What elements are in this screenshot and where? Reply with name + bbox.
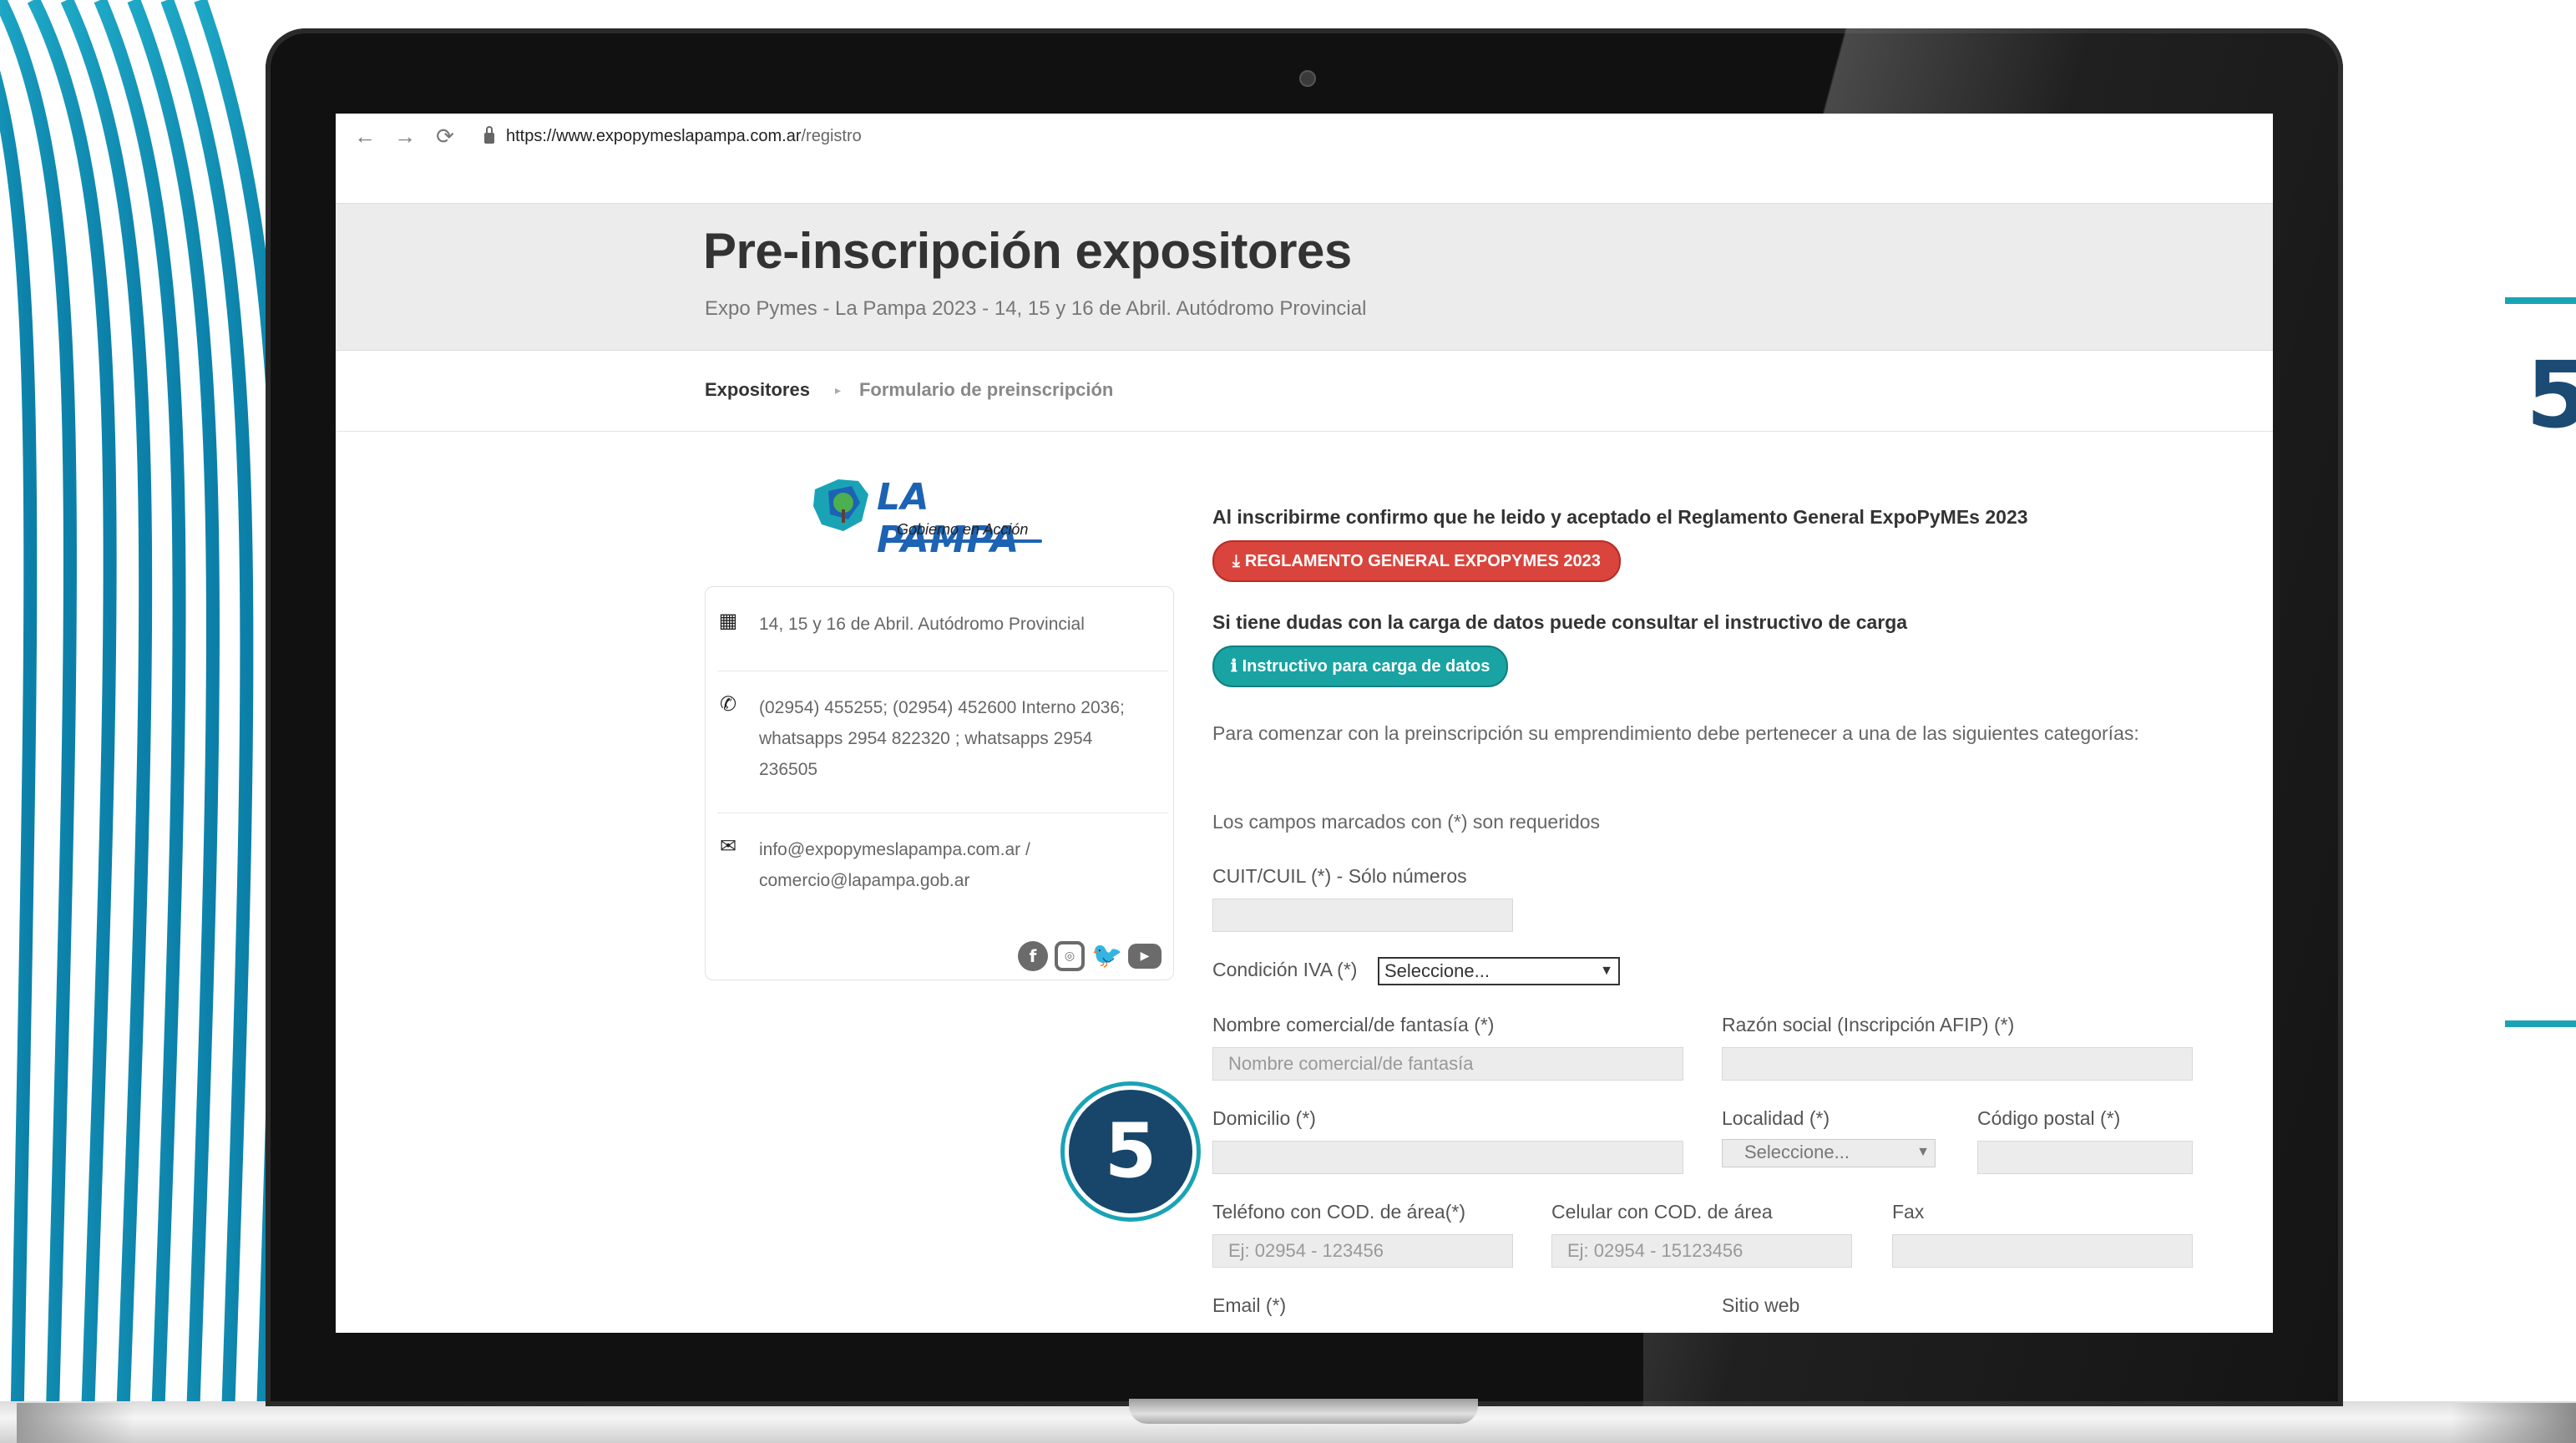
intro-text: Para comenzar con la preinscripción su e…: [1212, 722, 2139, 744]
iva-selected-value: Seleccione...: [1384, 960, 1490, 981]
cp-label: Código postal (*): [1977, 1107, 2121, 1129]
download-icon: ⤓: [1232, 552, 1240, 570]
web-label: Sitio web: [1722, 1294, 1800, 1316]
nombre-label: Nombre comercial/de fantasía (*): [1212, 1014, 1495, 1035]
instructivo-button[interactable]: ℹ Instructivo para carga de datos: [1212, 646, 1509, 687]
side-step-number: 5: [2526, 349, 2576, 441]
razon-input[interactable]: [1722, 1047, 2193, 1081]
localidad-select[interactable]: Seleccione... ▼: [1722, 1139, 1936, 1167]
fax-input[interactable]: [1892, 1234, 2193, 1268]
base-shadow-left: [17, 1403, 134, 1443]
phone-text: (02954) 455255; (02954) 452600 Interno 2…: [759, 698, 1125, 779]
breadcrumb-formulario: Formulario de preinscripción: [858, 379, 1114, 400]
domicilio-label: Domicilio (*): [1212, 1107, 1316, 1129]
lock-icon: [484, 126, 494, 144]
cp-input[interactable]: [1977, 1141, 2193, 1174]
stripes-graphic: [0, 0, 267, 1443]
decorative-line-bottom: [2505, 1020, 2576, 1027]
fax-label: Fax: [1892, 1201, 1925, 1223]
page-subtitle: Expo Pymes - La Pampa 2023 - 14, 15 y 16…: [705, 297, 1367, 320]
breadcrumb: Expositores ▸ Formulario de preinscripci…: [705, 379, 1113, 401]
nombre-input[interactable]: Nombre comercial/de fantasía: [1212, 1047, 1683, 1081]
url-path: /registro: [801, 127, 862, 145]
event-date-text: 14, 15 y 16 de Abril. Autódromo Provinci…: [759, 615, 1085, 634]
iva-label: Condición IVA (*): [1212, 959, 1358, 980]
info-icon: ℹ: [1231, 657, 1237, 676]
phone-icon: ✆: [719, 693, 737, 716]
url-field[interactable]: https://www.expopymeslapampa.com.ar/regi…: [506, 127, 862, 146]
decorative-stripes: [0, 0, 267, 1443]
url-host: https://www.expopymeslapampa.com.ar: [506, 127, 802, 145]
la-pampa-logo: LA PAMPA Gobierno en Acción: [810, 473, 1069, 561]
email-text: info@expopymeslapampa.com.ar / comercio@…: [759, 840, 1030, 890]
page-title: Pre-inscripción expositores: [703, 223, 1352, 279]
localidad-label: Localidad (*): [1722, 1107, 1830, 1129]
youtube-icon[interactable]: ▶: [1128, 944, 1161, 969]
chevron-down-icon: ▼: [1916, 1145, 1930, 1159]
logo-tagline: Gobierno en Acción: [897, 521, 1029, 538]
domicilio-input[interactable]: [1212, 1141, 1683, 1174]
reglamento-button-label: REGLAMENTO GENERAL EXPOPYMES 2023: [1244, 552, 1601, 570]
email-label: Email (*): [1212, 1294, 1287, 1316]
localidad-selected-value: Seleccione...: [1744, 1142, 1850, 1162]
camera-icon: [1299, 70, 1316, 87]
logo-name: LA PAMPA: [877, 476, 1020, 561]
breadcrumb-expositores[interactable]: Expositores: [705, 379, 810, 401]
logo-map-icon: [813, 479, 868, 531]
decorative-line-top: [2505, 297, 2576, 304]
razon-label: Razón social (Inscripción AFIP) (*): [1722, 1014, 2015, 1035]
instagram-icon[interactable]: ◎: [1055, 941, 1085, 971]
envelope-icon: ✉: [719, 835, 737, 858]
iva-select[interactable]: Seleccione... ▼: [1378, 957, 1620, 985]
logo-swoosh: [892, 539, 1042, 543]
reglamento-notice: Al inscribirme confirmo que he leido y a…: [1212, 506, 2028, 528]
celular-input[interactable]: Ej: 02954 - 15123456: [1551, 1234, 1852, 1268]
cuit-label: CUIT/CUIL (*) - Sólo números: [1212, 865, 1467, 887]
page-header: Pre-inscripción expositores Expo Pymes -…: [336, 203, 2273, 351]
forward-arrow-icon[interactable]: →: [394, 124, 416, 149]
chevron-down-icon: ▼: [1600, 964, 1613, 978]
reglamento-download-button[interactable]: ⤓ REGLAMENTO GENERAL EXPOPYMES 2023: [1212, 540, 1621, 582]
twitter-icon[interactable]: 🐦: [1091, 941, 1122, 971]
base-shadow-right: [2451, 1403, 2576, 1443]
contact-info-card: ▦ 14, 15 y 16 de Abril. Autódromo Provin…: [705, 586, 1174, 980]
laptop-hinge: [1129, 1399, 1478, 1424]
celular-label: Celular con COD. de área: [1551, 1201, 1773, 1223]
social-links: f ◎ 🐦 ▶: [1018, 941, 1161, 971]
browser-screen: ← → ⟳ https://www.expopymeslapampa.com.a…: [336, 114, 2273, 1333]
telefono-input[interactable]: Ej: 02954 - 123456: [1212, 1234, 1513, 1268]
step-number-badge: 5: [1065, 1086, 1197, 1218]
instructivo-button-label: Instructivo para carga de datos: [1242, 657, 1490, 676]
breadcrumb-separator-icon: ▸: [834, 382, 841, 397]
required-note: Los campos marcados con (*) son requerid…: [1212, 811, 1601, 833]
instructivo-notice: Si tiene dudas con la carga de datos pue…: [1212, 611, 1908, 633]
facebook-icon[interactable]: f: [1018, 941, 1048, 971]
cuit-input[interactable]: [1212, 899, 1513, 932]
telefono-label: Teléfono con COD. de área(*): [1212, 1201, 1465, 1223]
back-arrow-icon[interactable]: ←: [354, 124, 376, 149]
page-top-gap: [336, 159, 2273, 203]
breadcrumb-divider: [336, 431, 2273, 432]
reload-icon[interactable]: ⟳: [434, 124, 456, 149]
browser-address-bar: ← → ⟳ https://www.expopymeslapampa.com.a…: [336, 114, 2273, 160]
calendar-icon: ▦: [718, 610, 738, 632]
